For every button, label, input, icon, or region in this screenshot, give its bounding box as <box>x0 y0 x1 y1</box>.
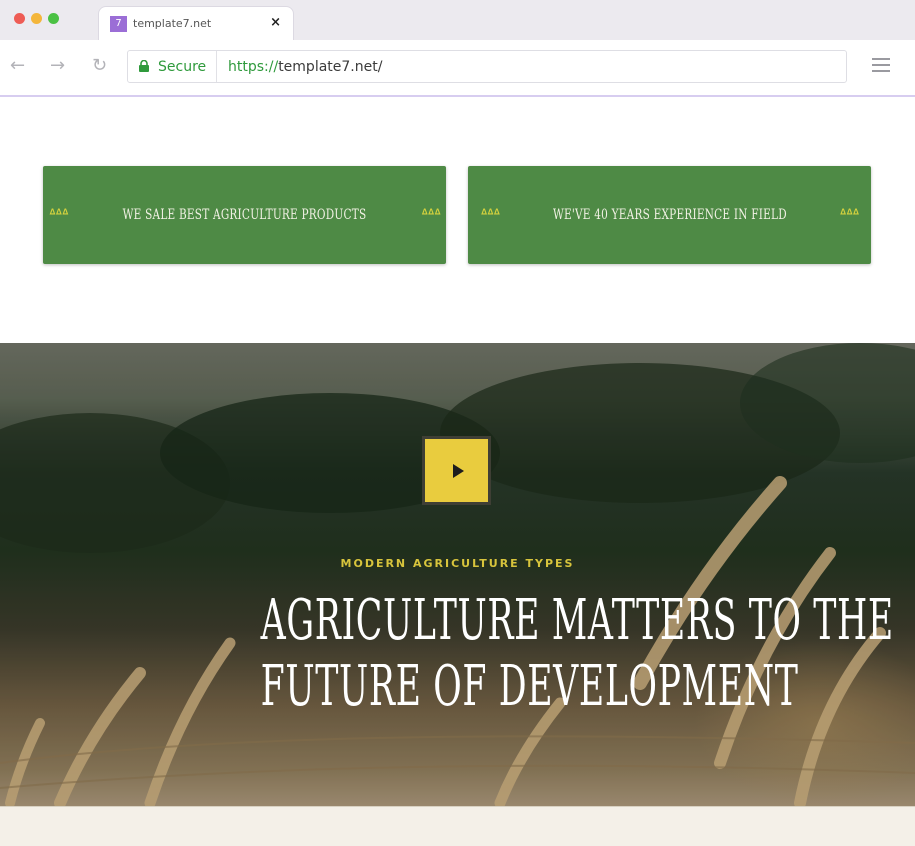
minimize-window-button[interactable] <box>31 13 42 24</box>
secure-indicator[interactable]: Secure <box>128 51 217 82</box>
url-domain: template7.net/ <box>278 59 383 75</box>
banner-text: WE SALE BEST AGRICULTURE PRODUCTS <box>122 207 367 223</box>
maximize-window-button[interactable] <box>48 13 59 24</box>
back-arrow-icon[interactable]: ← <box>10 56 25 76</box>
hero-overlay <box>0 343 915 806</box>
url-protocol: https:// <box>228 59 279 75</box>
lock-icon <box>139 60 149 72</box>
browser-chrome: 7 template7.net × ← → ↻ Secure https://t… <box>0 0 915 97</box>
browser-tab[interactable]: 7 template7.net × <box>98 6 294 40</box>
hero-title-line2: FUTURE OF DEVELOPMENT <box>260 654 799 719</box>
url-text[interactable]: https://template7.net/ <box>228 59 382 75</box>
feature-banner-experience: ᐞᐞᐞ WE'VE 40 YEARS EXPERIENCE IN FIELD ᐞ… <box>468 166 871 264</box>
favicon-icon: 7 <box>110 16 127 32</box>
hero-section <box>0 343 915 806</box>
banner-text: WE'VE 40 YEARS EXPERIENCE IN FIELD <box>552 207 787 223</box>
secure-label: Secure <box>158 59 207 75</box>
hamburger-menu-icon[interactable] <box>872 58 890 72</box>
browser-titlebar: 7 template7.net × <box>0 0 915 40</box>
wheat-icon: ᐞᐞᐞ <box>48 207 69 223</box>
browser-toolbar: ← → ↻ Secure https://template7.net/ <box>0 40 915 95</box>
feature-banner-products: ᐞᐞᐞ WE SALE BEST AGRICULTURE PRODUCTS ᐞᐞ… <box>43 166 446 264</box>
forward-arrow-icon[interactable]: → <box>50 56 65 76</box>
wheat-icon: ᐞᐞᐞ <box>480 207 500 223</box>
video-play-button[interactable] <box>422 436 491 505</box>
tab-title: template7.net <box>133 17 212 30</box>
play-icon <box>452 463 464 478</box>
address-bar[interactable]: Secure https://template7.net/ <box>127 50 847 83</box>
next-section-strip <box>0 806 915 846</box>
hero-title-line1: AGRICULTURE MATTERS TO THE <box>260 588 894 653</box>
hero-kicker: MODERN AGRICULTURE TYPES <box>340 557 575 570</box>
wheat-icon: ᐞᐞᐞ <box>421 207 441 223</box>
tab-close-icon[interactable]: × <box>270 15 281 30</box>
wheat-icon: ᐞᐞᐞ <box>839 207 859 223</box>
close-window-button[interactable] <box>14 13 25 24</box>
hero-title: AGRICULTURE MATTERS TO THE FUTURE OF DEV… <box>260 588 894 720</box>
reload-icon[interactable]: ↻ <box>92 56 107 76</box>
